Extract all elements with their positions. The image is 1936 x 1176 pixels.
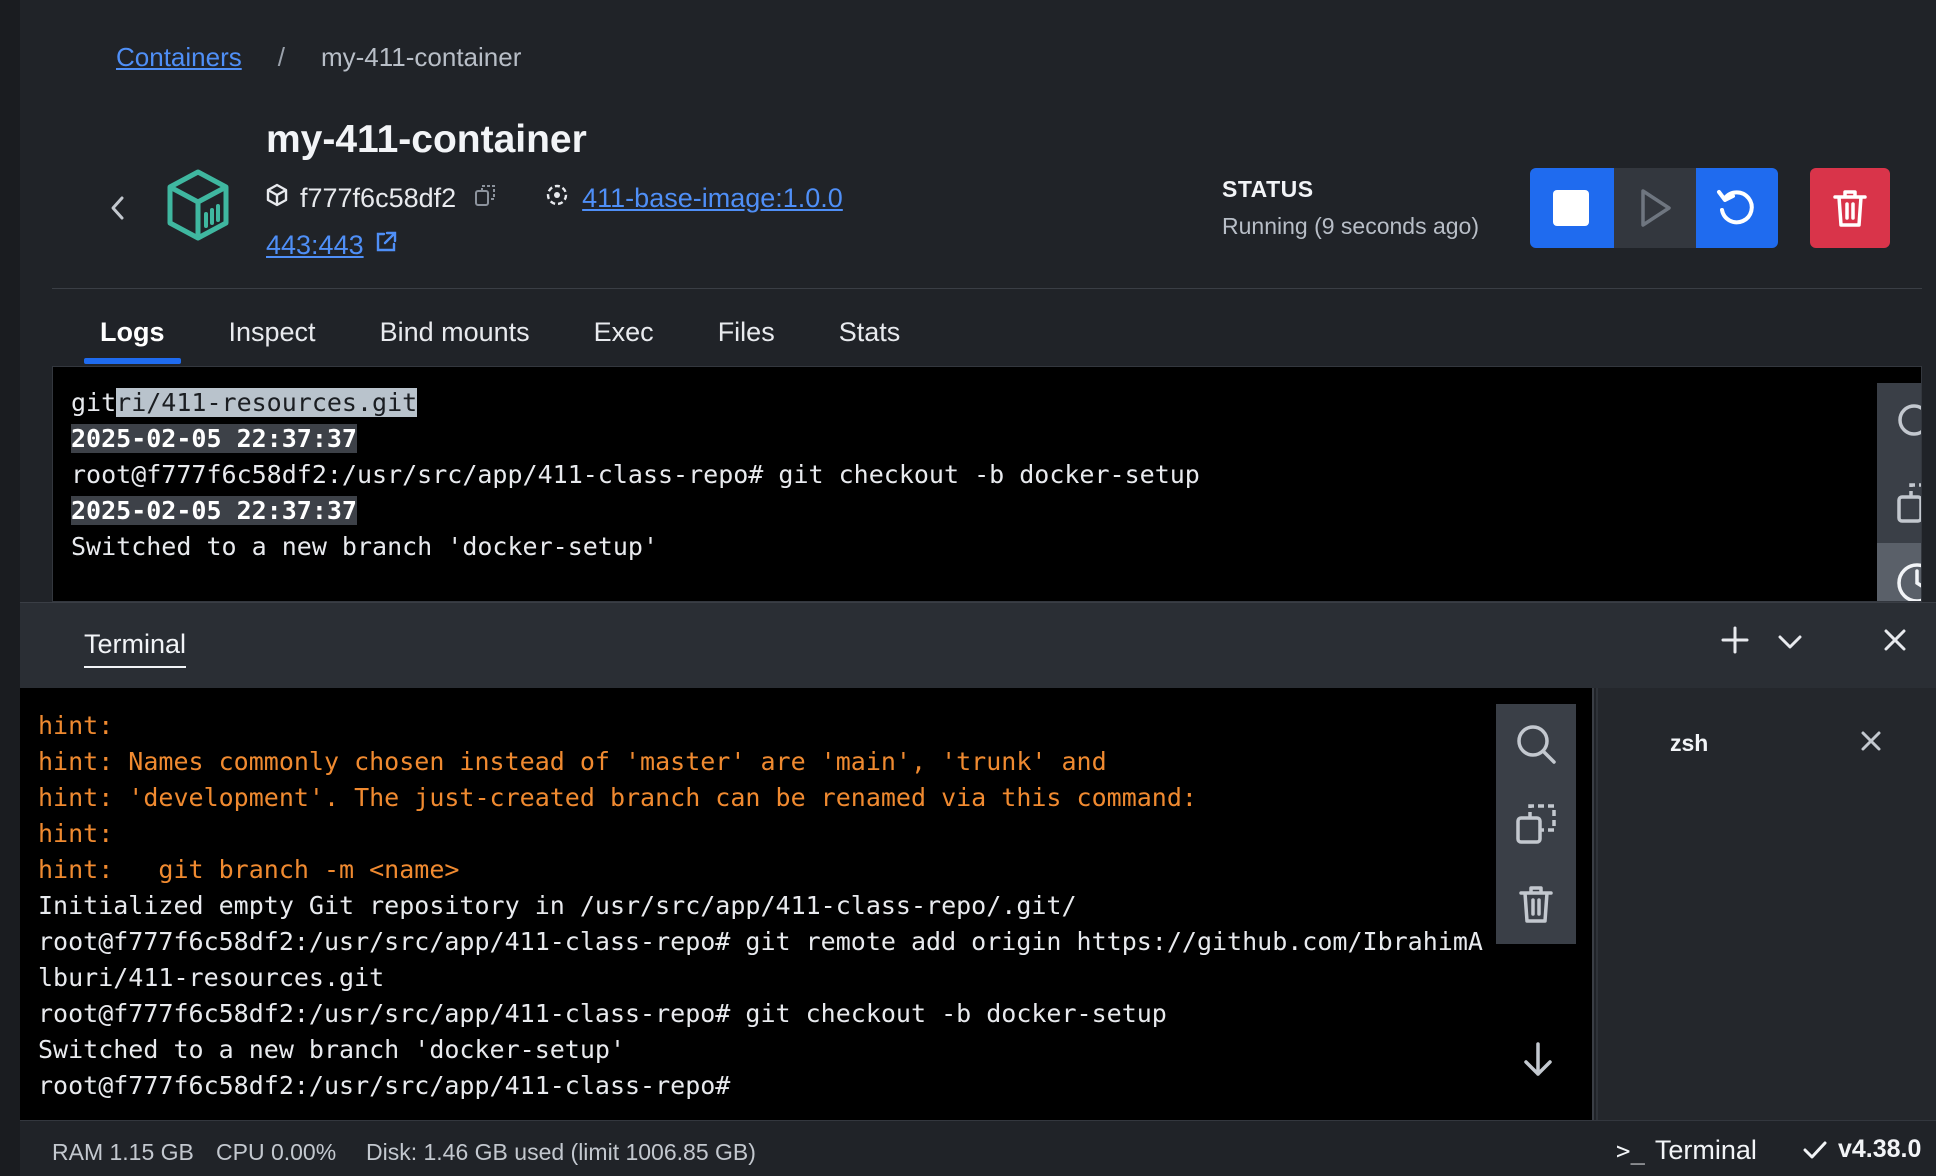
docker-desktop-window: Containers / my-411-container my-411-con… [0, 0, 1936, 1176]
terminal-line: Switched to a new branch 'docker-setup' [38, 1035, 625, 1064]
container-id: f777f6c58df2 [300, 183, 457, 213]
footer-terminal-button[interactable]: >_ Terminal [1616, 1135, 1757, 1166]
clock-icon [1897, 563, 1921, 601]
image-icon [544, 182, 570, 215]
terminal-line: lburi/411-resources.git [38, 963, 385, 992]
terminal-toolbar [1496, 704, 1576, 944]
search-icon [1898, 404, 1921, 436]
breadcrumb-separator: / [277, 42, 285, 72]
footer-terminal-label: Terminal [1654, 1135, 1757, 1165]
tab-inspect[interactable]: Inspect [213, 312, 332, 364]
start-button[interactable] [1612, 168, 1696, 248]
terminal-line: hint: git branch -m <name> [38, 855, 460, 884]
logs-toolbar [1877, 383, 1921, 601]
check-icon [1803, 1141, 1827, 1158]
copy-icon [1516, 804, 1556, 844]
external-link-icon[interactable] [374, 230, 398, 261]
image-link[interactable]: 411-base-image:1.0.0 [582, 183, 843, 214]
tab-exec[interactable]: Exec [578, 312, 670, 364]
footer-ram: RAM 1.15 GB [52, 1139, 194, 1165]
container-cube-icon [166, 168, 230, 242]
add-terminal-icon[interactable] [1720, 625, 1750, 660]
copy-id-icon[interactable] [474, 183, 496, 214]
logs-output: gitri/411-resources.git 2025-02-05 22:37… [71, 385, 1200, 565]
scroll-to-bottom-icon[interactable] [1518, 1040, 1558, 1085]
terminal-clear-button[interactable] [1496, 864, 1576, 944]
back-chevron-icon[interactable] [106, 190, 130, 226]
log-selection: ri/411-resources.git [116, 388, 418, 417]
terminal-line: Initialized empty Git repository in /usr… [38, 891, 1077, 920]
copy-icon [1897, 483, 1921, 523]
container-id-icon [266, 183, 288, 214]
logs-panel[interactable]: gitri/411-resources.git 2025-02-05 22:37… [52, 366, 1922, 602]
log-line: Switched to a new branch 'docker-setup' [71, 532, 658, 561]
terminal-line: root@f777f6c58df2:/usr/src/app/411-class… [38, 927, 1483, 956]
tab-bind-mounts[interactable]: Bind mounts [364, 312, 546, 364]
terminal-output: hint: hint: Names commonly chosen instea… [38, 708, 1483, 1104]
tab-stats[interactable]: Stats [823, 312, 917, 364]
restart-button[interactable] [1696, 168, 1778, 248]
terminal-prompt[interactable]: root@f777f6c58df2:/usr/src/app/411-class… [38, 1071, 730, 1100]
delete-button[interactable] [1810, 168, 1890, 248]
restart-icon [1717, 190, 1754, 225]
trash-icon [1833, 190, 1867, 227]
version-label: v4.38.0 [1838, 1135, 1922, 1163]
trash-icon [1519, 886, 1553, 923]
terminal-copy-button[interactable] [1496, 784, 1576, 864]
terminal-sessions-panel: zsh [1596, 688, 1936, 1120]
breadcrumb-current: my-411-container [320, 42, 522, 72]
port-link[interactable]: 443:443 [266, 230, 364, 261]
tab-bar: Logs Inspect Bind mounts Exec Files Stat… [84, 312, 948, 364]
logs-copy-button[interactable] [1877, 463, 1921, 543]
status-block: STATUS Running (9 seconds ago) [1222, 176, 1479, 240]
terminal-session[interactable]: zsh [1598, 722, 1936, 770]
status-label: STATUS [1222, 176, 1314, 202]
footer-cpu: CPU 0.00% [216, 1139, 337, 1165]
chevron-down-icon[interactable] [1776, 633, 1804, 656]
footer-version: v4.38.0 [1802, 1135, 1921, 1164]
breadcrumb-containers-link[interactable]: Containers [116, 42, 242, 73]
left-sidebar-edge [0, 0, 20, 1176]
footer-disk: Disk: 1.46 GB used (limit 1006.85 GB) [366, 1139, 756, 1165]
container-title: my-411-container [266, 118, 587, 161]
terminal-prompt-icon: >_ [1616, 1136, 1645, 1165]
terminal-search-button[interactable] [1496, 704, 1576, 784]
container-actions [1530, 168, 1778, 248]
logs-timestamps-button[interactable] [1877, 543, 1921, 601]
terminal-line: hint: Names commonly chosen instead of '… [38, 747, 1107, 776]
breadcrumb: Containers / my-411-container [116, 42, 521, 73]
tab-logs[interactable]: Logs [84, 312, 181, 364]
port-row: 443:443 [266, 230, 398, 261]
header-divider [52, 288, 1922, 289]
log-line: root@f777f6c58df2:/usr/src/app/411-class… [71, 460, 1200, 489]
close-session-icon[interactable] [1858, 728, 1884, 759]
log-line: git [71, 388, 117, 417]
status-footer: RAM 1.15 GB CPU 0.00% Disk: 1.46 GB used… [20, 1120, 1936, 1176]
container-meta: f777f6c58df2 411-base-image:1.0.0 [266, 182, 843, 215]
search-icon [1517, 725, 1556, 764]
tab-files[interactable]: Files [702, 312, 791, 364]
status-value: Running (9 seconds ago) [1222, 213, 1479, 239]
stop-button[interactable] [1530, 168, 1612, 248]
log-timestamp: 2025-02-05 22:37:37 [71, 496, 357, 525]
session-name: zsh [1670, 730, 1709, 756]
terminal-header: Terminal [20, 602, 1936, 688]
play-icon [1641, 189, 1671, 227]
log-timestamp: 2025-02-05 22:37:37 [71, 424, 357, 453]
terminal-line: hint: [38, 819, 114, 848]
terminal-line: hint: [38, 711, 114, 740]
terminal-line: hint: 'development'. The just-created br… [38, 783, 1197, 812]
logs-search-button[interactable] [1877, 383, 1921, 463]
terminal-line: root@f777f6c58df2:/usr/src/app/411-class… [38, 999, 1167, 1028]
stop-icon [1553, 190, 1589, 226]
terminal-output-panel[interactable]: hint: hint: Names commonly chosen instea… [20, 688, 1594, 1120]
tab-terminal[interactable]: Terminal [84, 629, 187, 668]
close-terminal-icon[interactable] [1882, 627, 1908, 658]
